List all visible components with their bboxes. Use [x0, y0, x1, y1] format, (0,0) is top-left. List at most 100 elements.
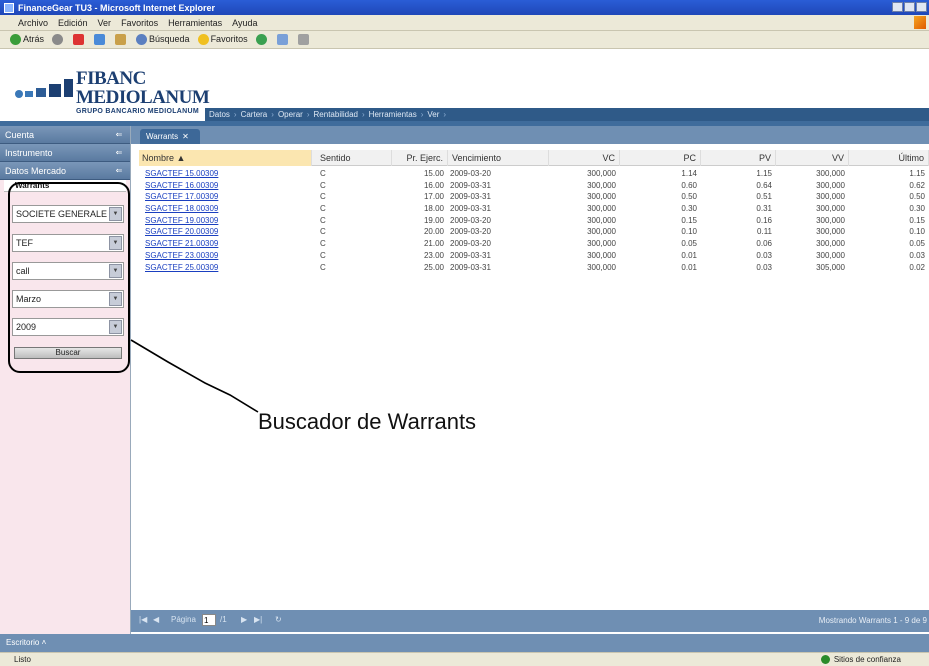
chevron-up-icon: ˄	[41, 638, 47, 647]
table-row[interactable]: SGACTEF 17.00309 C 17.00 2009-03-31 300,000 0…	[139, 191, 929, 203]
table-row[interactable]: SGACTEF 23.00309 C 23.00 2009-03-31 300,000 0…	[139, 250, 929, 262]
cell-sentido: C	[320, 169, 326, 178]
window-controls	[892, 2, 927, 12]
brand-logo-icon	[15, 79, 73, 98]
window-title-bar: FinanceGear TU3 - Microsoft Internet Exp…	[0, 0, 929, 15]
cell-nombre[interactable]: SGACTEF 19.00309	[145, 215, 305, 226]
desktop-bar[interactable]: Escritorio ˄	[0, 634, 929, 652]
back-button[interactable]: Atrás	[10, 34, 44, 46]
menu-favoritos[interactable]: Favoritos	[121, 18, 158, 28]
main-nav: Datos › Cartera › Operar › Rentabilidad › He…	[205, 108, 929, 121]
grid-header: Nombre ▲ Sentido Pr. Ejerc. Vencimiento …	[139, 150, 929, 166]
ie-status-bar: Listo Sitios de confianza	[0, 652, 929, 666]
stop-icon[interactable]	[73, 34, 85, 45]
search-button[interactable]: Búsqueda	[136, 34, 190, 46]
sidebar-section-label: Instrumento	[5, 147, 53, 158]
cell-nombre[interactable]: SGACTEF 25.00309	[145, 262, 305, 273]
home-icon[interactable]	[115, 34, 127, 45]
cell-pc: 0.50	[681, 192, 697, 202]
nav-operar[interactable]: Operar	[278, 110, 303, 119]
column-header-vv[interactable]: VV	[777, 150, 849, 166]
column-header-pr-ejerc[interactable]: Pr. Ejerc.	[393, 150, 448, 166]
nav-ver[interactable]: Ver	[427, 110, 439, 119]
close-icon[interactable]: ✕	[182, 132, 189, 141]
column-header-pc[interactable]: PC	[621, 150, 701, 166]
column-header-vc[interactable]: VC	[550, 150, 620, 166]
cell-vencimiento: 2009-03-31	[450, 192, 491, 202]
table-row[interactable]: SGACTEF 15.00309 C 15.00 2009-03-20 300,000 1…	[139, 168, 929, 180]
security-zone-label: Sitios de confianza	[833, 655, 901, 664]
sidebar-section-datos-mercado[interactable]: Datos Mercado ⇐	[0, 162, 130, 180]
first-page-icon[interactable]: |◀	[139, 615, 147, 624]
print-icon[interactable]	[297, 34, 309, 45]
sidebar-section-label: Datos Mercado	[5, 165, 67, 176]
column-header-ultimo[interactable]: Último	[850, 150, 929, 166]
favorites-button[interactable]: Favoritos	[197, 34, 248, 46]
menu-ver[interactable]: Ver	[98, 18, 112, 28]
page-number-input[interactable]	[202, 614, 216, 626]
collapse-icon[interactable]: ⇐	[114, 166, 124, 175]
cell-vencimiento: 2009-03-31	[450, 262, 491, 272]
nav-datos[interactable]: Datos	[209, 110, 230, 119]
cell-nombre[interactable]: SGACTEF 17.00309	[145, 191, 305, 202]
prev-page-icon[interactable]: ◀	[153, 615, 159, 624]
sidebar-section-instrumento[interactable]: Instrumento ⇐	[0, 144, 130, 162]
nav-cartera[interactable]: Cartera	[241, 110, 268, 119]
cell-vv: 300,000	[816, 239, 845, 249]
cell-vv: 300,000	[816, 227, 845, 237]
table-row[interactable]: SGACTEF 18.00309 C 18.00 2009-03-31 300,000 0…	[139, 203, 929, 215]
table-row[interactable]: SGACTEF 25.00309 C 25.00 2009-03-31 300,000 0…	[139, 262, 929, 274]
tab-warrants[interactable]: Warrants ✕	[140, 129, 200, 144]
cell-ultimo: 0.05	[909, 239, 925, 249]
cell-pc: 0.30	[681, 204, 697, 214]
cell-pc: 1.14	[681, 169, 697, 178]
cell-pv: 0.11	[757, 227, 772, 237]
cell-pv: 0.03	[756, 262, 772, 272]
sidebar-section-cuenta[interactable]: Cuenta ⇐	[0, 126, 130, 144]
star-icon	[197, 34, 209, 46]
column-header-nombre[interactable]: Nombre ▲	[139, 150, 312, 166]
menu-herramientas[interactable]: Herramientas	[168, 18, 222, 28]
table-row[interactable]: SGACTEF 16.00309 C 16.00 2009-03-31 300,000 0…	[139, 180, 929, 192]
table-row[interactable]: SGACTEF 20.00309 C 20.00 2009-03-20 300,000 0…	[139, 226, 929, 238]
cell-ultimo: 0.62	[909, 180, 925, 190]
collapse-icon[interactable]: ⇐	[114, 130, 124, 139]
menu-ayuda[interactable]: Ayuda	[232, 18, 257, 28]
cell-nombre[interactable]: SGACTEF 21.00309	[145, 238, 305, 249]
refresh-icon[interactable]	[94, 34, 106, 45]
collapse-icon[interactable]: ⇐	[114, 148, 124, 157]
menu-edicion[interactable]: Edición	[58, 18, 88, 28]
menu-archivo[interactable]: Archivo	[18, 18, 48, 28]
nav-herramientas[interactable]: Herramientas	[369, 110, 417, 119]
last-page-icon[interactable]: ▶|	[254, 615, 262, 624]
column-header-sentido[interactable]: Sentido	[317, 150, 392, 166]
cell-nombre[interactable]: SGACTEF 18.00309	[145, 203, 305, 214]
maximize-button[interactable]	[904, 2, 915, 12]
column-header-vencimiento[interactable]: Vencimiento	[449, 150, 549, 166]
cell-ultimo: 0.30	[909, 204, 925, 214]
forward-arrow-icon[interactable]	[52, 34, 64, 45]
table-row[interactable]: SGACTEF 21.00309 C 21.00 2009-03-20 300,000 0…	[139, 238, 929, 250]
table-row[interactable]: SGACTEF 19.00309 C 19.00 2009-03-20 300,000 0…	[139, 215, 929, 227]
minimize-button[interactable]	[892, 2, 903, 12]
cell-nombre[interactable]: SGACTEF 23.00309	[145, 250, 305, 261]
history-icon[interactable]	[255, 34, 267, 45]
paging-status: Mostrando Warrants 1 - 9 de 9	[818, 616, 927, 625]
desktop-label: Escritorio	[6, 638, 40, 647]
next-page-icon[interactable]: ▶	[241, 615, 247, 624]
close-button[interactable]	[916, 2, 927, 12]
cell-pr-ejerc: 21.00	[423, 239, 444, 249]
refresh-icon[interactable]: ↻	[275, 615, 282, 624]
cell-vc: 300,000	[587, 250, 616, 260]
cell-pc: 0.01	[681, 250, 697, 260]
cell-nombre[interactable]: SGACTEF 16.00309	[145, 180, 305, 191]
cell-vv: 300,000	[816, 192, 845, 202]
cell-nombre[interactable]: SGACTEF 15.00309	[145, 168, 305, 179]
cell-nombre[interactable]: SGACTEF 20.00309	[145, 226, 305, 237]
cell-vencimiento: 2009-03-20	[450, 227, 491, 237]
column-header-pv[interactable]: PV	[702, 150, 776, 166]
nav-rentabilidad[interactable]: Rentabilidad	[314, 110, 358, 119]
mail-icon[interactable]	[276, 34, 288, 45]
cell-vc: 300,000	[587, 239, 616, 249]
cell-sentido: C	[320, 215, 326, 225]
